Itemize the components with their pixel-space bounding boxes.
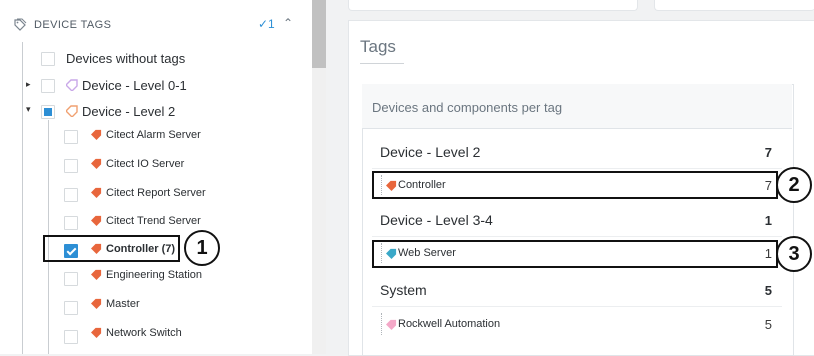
group-count: 1 [764,213,772,228]
divider [372,236,782,237]
tag-icon [91,298,102,309]
divider [372,168,782,169]
tree-item-label: Devices without tags [66,51,186,66]
highlight-box-web-server-count [372,240,778,268]
tree-item-engineering-station[interactable]: Engineering Station [0,264,312,288]
tag-icon [91,269,102,280]
caret-down-icon[interactable]: ▾ [26,104,31,115]
tree-dotted-line [381,313,382,335]
scrollbar-thumb[interactable] [312,0,326,68]
top-card-right [654,0,814,11]
tree-item-device-level-0-1[interactable]: ▸ Device - Level 0-1 [0,73,312,97]
callout-1: 1 [184,230,220,266]
checkbox[interactable] [64,130,78,144]
tags-outline-icon [14,18,27,31]
group-count: 5 [764,283,772,298]
tree-item-devices-without-tags[interactable]: Devices without tags [0,46,312,70]
checkbox[interactable] [64,301,78,315]
group-name: System [380,282,427,298]
checkbox[interactable] [64,216,78,230]
tag-item-count: 5 [764,317,772,332]
selected-count-badge: ✓1 [258,17,275,31]
tree-item-master[interactable]: Master [0,293,312,317]
devices-per-tag-header: Devices and components per tag [362,84,792,129]
tree-item-label: Citect IO Server [106,158,185,170]
devices-per-tag-title: Devices and components per tag [372,100,563,115]
sidebar-scrollbar[interactable] [312,0,326,354]
tree-item-label: Citect Report Server [106,187,206,199]
tree-item-citect-trend-server[interactable]: Citect Trend Server [0,208,312,232]
tags-title-underline [360,63,404,64]
sidebar-title: DEVICE TAGS [34,19,112,31]
tree-item-label: Engineering Station [106,269,203,281]
group-name: Device - Level 2 [380,144,481,160]
caret-right-icon[interactable]: ▸ [26,79,31,90]
highlight-box-controller [43,235,180,262]
tree-item-device-level-2[interactable]: ▾ Device - Level 2 [0,99,312,123]
checkbox[interactable] [41,52,55,66]
device-tags-sidebar: DEVICE TAGS ✓1 ⌃ Devices without tags ▸ … [0,0,312,354]
tag-icon [386,319,397,330]
divider [372,306,782,307]
checkbox[interactable] [64,159,78,173]
tag-icon [91,215,102,226]
tree-item-label: Device - Level 2 [82,104,176,119]
chevron-up-icon[interactable]: ⌃ [283,16,293,30]
highlight-box-controller-count [372,171,778,199]
top-card-left [348,0,638,11]
tag-icon [91,187,102,198]
tree-item-label: Master [106,298,140,310]
tree-item-label: Device - Level 0-1 [82,78,187,93]
tree-item-citect-alarm-server[interactable]: Citect Alarm Server [0,122,312,146]
tree-item-label: Citect Trend Server [106,215,201,227]
tag-icon [66,79,78,91]
tag-icon [66,105,78,117]
group-count: 7 [764,145,772,160]
device-tags-header[interactable]: DEVICE TAGS ✓1 ⌃ [0,0,312,40]
checkbox[interactable] [64,272,78,286]
callout-3: 3 [776,236,812,272]
tag-icon [91,129,102,140]
tag-icon [91,327,102,338]
checkbox[interactable] [41,79,55,93]
tag-icon [91,158,102,169]
tree-item-citect-report-server[interactable]: Citect Report Server [0,180,312,204]
tree-item-citect-io-server[interactable]: Citect IO Server [0,151,312,175]
callout-2: 2 [776,167,812,203]
checkbox-partial[interactable] [41,105,55,119]
checkbox[interactable] [64,188,78,202]
group-name: Device - Level 3-4 [380,212,493,228]
tag-item-label[interactable]: Rockwell Automation [398,318,500,330]
checkbox[interactable] [64,330,78,344]
tree-item-network-switch[interactable]: Network Switch [0,322,312,346]
tree-item-label: Citect Alarm Server [106,129,201,141]
tree-item-label: Network Switch [106,327,182,339]
tags-title: Tags [360,37,396,56]
